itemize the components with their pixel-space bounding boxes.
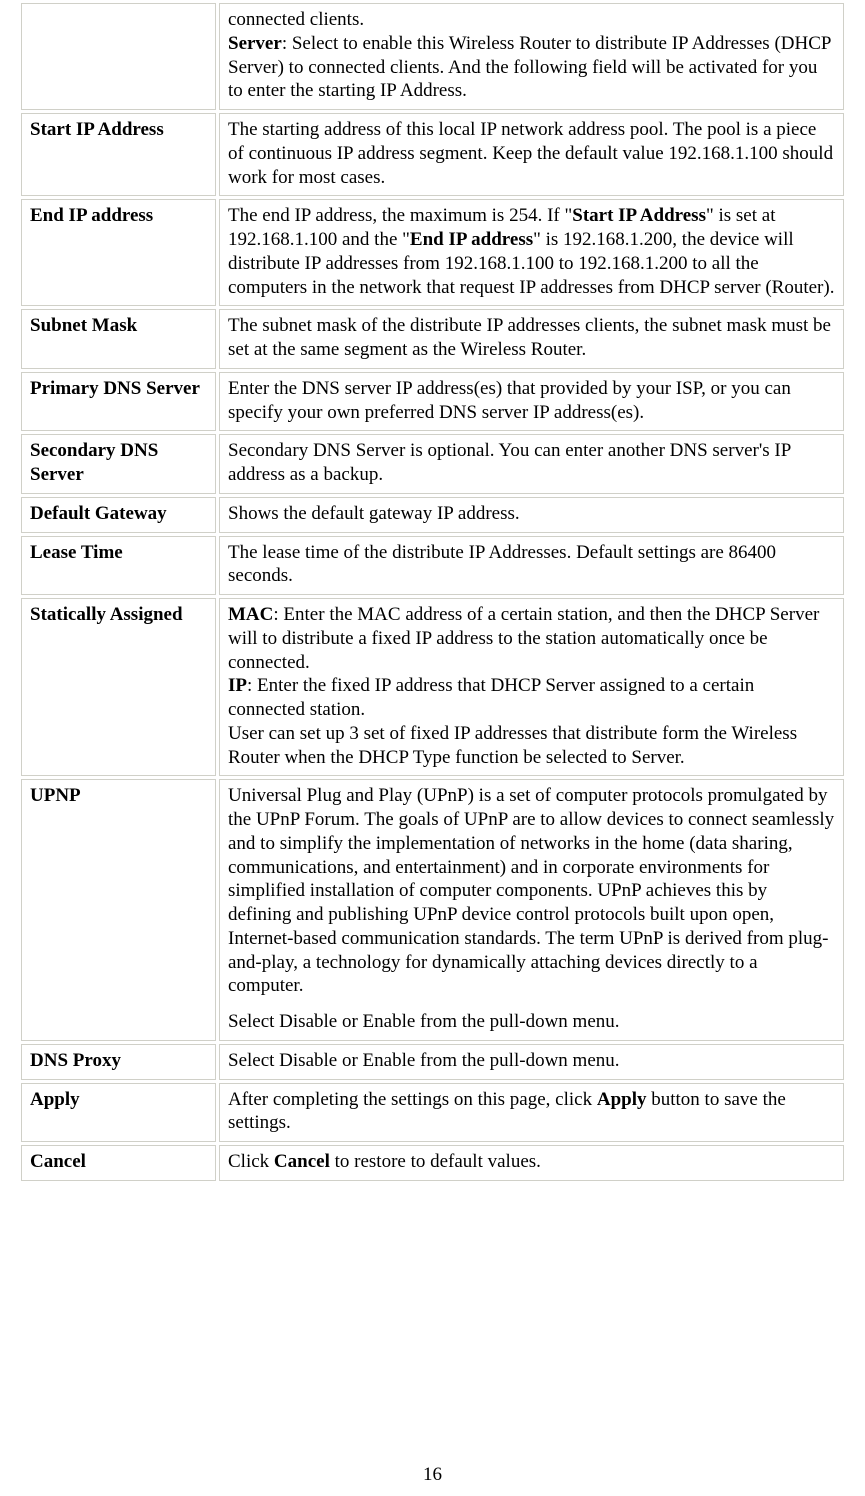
row-description: The subnet mask of the distribute IP add… bbox=[219, 309, 844, 369]
row-description: Secondary DNS Server is optional. You ca… bbox=[219, 434, 844, 494]
settings-table: connected clients.Server: Select to enab… bbox=[18, 0, 847, 1184]
row-label: Start IP Address bbox=[21, 113, 216, 196]
row-description: The lease time of the distribute IP Addr… bbox=[219, 536, 844, 596]
page-content: connected clients.Server: Select to enab… bbox=[0, 0, 865, 1486]
row-label: Default Gateway bbox=[21, 497, 216, 533]
table-row: UPNPUniversal Plug and Play (UPnP) is a … bbox=[21, 779, 844, 1041]
table-row: ApplyAfter completing the settings on th… bbox=[21, 1083, 844, 1143]
row-label: Subnet Mask bbox=[21, 309, 216, 369]
row-label bbox=[21, 3, 216, 110]
row-label: Lease Time bbox=[21, 536, 216, 596]
description-paragraph: Shows the default gateway IP address. bbox=[228, 502, 835, 526]
description-paragraph: Secondary DNS Server is optional. You ca… bbox=[228, 439, 835, 487]
row-label: Secondary DNS Server bbox=[21, 434, 216, 494]
row-label: Apply bbox=[21, 1083, 216, 1143]
table-row: End IP addressThe end IP address, the ma… bbox=[21, 199, 844, 306]
description-paragraph: The end IP address, the maximum is 254. … bbox=[228, 204, 835, 299]
description-paragraph: The subnet mask of the distribute IP add… bbox=[228, 314, 835, 362]
row-label: Statically Assigned bbox=[21, 598, 216, 776]
row-description: Enter the DNS server IP address(es) that… bbox=[219, 372, 844, 432]
row-description: connected clients.Server: Select to enab… bbox=[219, 3, 844, 110]
table-row: Primary DNS ServerEnter the DNS server I… bbox=[21, 372, 844, 432]
table-row: Cancel Click Cancel to restore to default… bbox=[21, 1145, 844, 1181]
description-paragraph: Enter the DNS server IP address(es) that… bbox=[228, 377, 835, 425]
row-label: Primary DNS Server bbox=[21, 372, 216, 432]
description-paragraph: Universal Plug and Play (UPnP) is a set … bbox=[228, 784, 835, 998]
table-row: Default Gateway Shows the default gateway… bbox=[21, 497, 844, 533]
table-row: DNS Proxy Select Disable or Enable from t… bbox=[21, 1044, 844, 1080]
row-label: Cancel bbox=[21, 1145, 216, 1181]
table-row: connected clients.Server: Select to enab… bbox=[21, 3, 844, 110]
description-paragraph: connected clients.Server: Select to enab… bbox=[228, 8, 835, 103]
row-label: DNS Proxy bbox=[21, 1044, 216, 1080]
table-row: Statically AssignedMAC: Enter the MAC ad… bbox=[21, 598, 844, 776]
row-description: Click Cancel to restore to default value… bbox=[219, 1145, 844, 1181]
row-description: The starting address of this local IP ne… bbox=[219, 113, 844, 196]
page-number: 16 bbox=[18, 1464, 847, 1486]
row-description: Select Disable or Enable from the pull-d… bbox=[219, 1044, 844, 1080]
table-row: Lease TimeThe lease time of the distribu… bbox=[21, 536, 844, 596]
row-description: The end IP address, the maximum is 254. … bbox=[219, 199, 844, 306]
table-row: Subnet MaskThe subnet mask of the distri… bbox=[21, 309, 844, 369]
description-paragraph: The lease time of the distribute IP Addr… bbox=[228, 541, 835, 589]
row-description: Shows the default gateway IP address. bbox=[219, 497, 844, 533]
table-row: Start IP AddressThe starting address of … bbox=[21, 113, 844, 196]
description-paragraph: The starting address of this local IP ne… bbox=[228, 118, 835, 189]
row-label: End IP address bbox=[21, 199, 216, 306]
description-paragraph: Select Disable or Enable from the pull-d… bbox=[228, 1049, 835, 1073]
row-label: UPNP bbox=[21, 779, 216, 1041]
table-row: Secondary DNS ServerSecondary DNS Server… bbox=[21, 434, 844, 494]
description-paragraph: After completing the settings on this pa… bbox=[228, 1088, 835, 1136]
row-description: Universal Plug and Play (UPnP) is a set … bbox=[219, 779, 844, 1041]
description-paragraph: Click Cancel to restore to default value… bbox=[228, 1150, 835, 1174]
row-description: MAC: Enter the MAC address of a certain … bbox=[219, 598, 844, 776]
row-description: After completing the settings on this pa… bbox=[219, 1083, 844, 1143]
description-paragraph: Select Disable or Enable from the pull-d… bbox=[228, 1010, 835, 1034]
description-paragraph: MAC: Enter the MAC address of a certain … bbox=[228, 603, 835, 769]
